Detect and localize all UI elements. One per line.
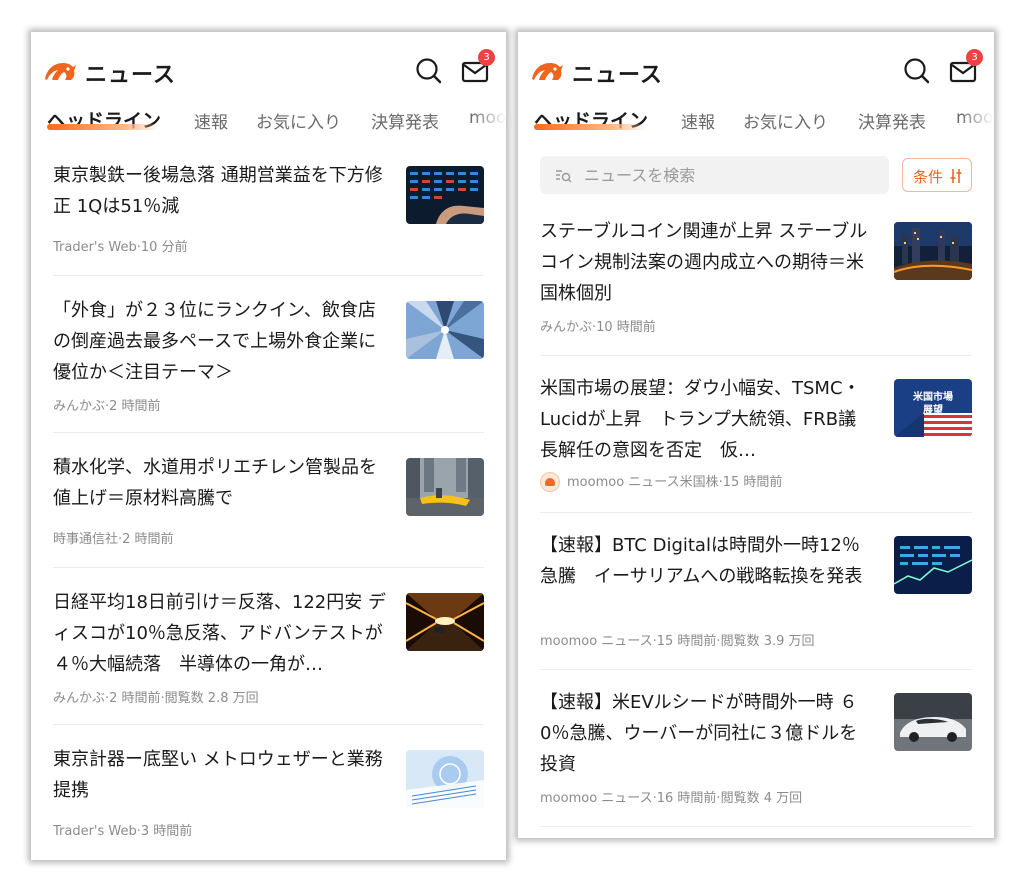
news-item[interactable]: 積水化学、水道用ポリエチレン管製品を値上げ＝原材料高騰で 時事通信社·2 時間前 [53, 452, 484, 568]
news-meta: moomoo ニュース·15 時間前·閲覧数 3.9 万回 [540, 634, 815, 649]
page-title: ニュース [85, 63, 176, 88]
news-thumbnail: 米国市場 展望 [894, 379, 972, 437]
news-thumbnail [406, 458, 484, 516]
tab-favorites[interactable]: お気に入り [256, 108, 341, 133]
news-item[interactable]: 日経平均18日前引け＝反落、122円安 ディスコが10％急反落、アドバンテストが… [53, 587, 484, 725]
news-thumbnail [894, 222, 972, 280]
tab-breaking[interactable]: 速報 [681, 108, 715, 133]
news-meta: みんかぶ·2 時間前·閲覧数 2.8 万回 [53, 691, 259, 706]
unread-badge: 3 [966, 49, 983, 66]
app-header: ニュース 3 [518, 32, 994, 110]
news-title: 東京計器ー底堅い メトロウェザーと業務提携 [53, 749, 383, 801]
news-title: 【速報】米EVルシードが時間外一時 ６0％急騰、ウーバーが同社に３億ドルを投資 [540, 692, 858, 775]
news-search-input[interactable] [584, 156, 874, 194]
active-tab-indicator [47, 124, 159, 130]
filter-button[interactable]: 条件 [902, 158, 972, 192]
search-icon[interactable] [902, 56, 932, 86]
tab-earnings[interactable]: 決算発表 [371, 108, 439, 133]
unread-badge: 3 [478, 49, 495, 66]
news-meta: moomoo ニュース·16 時間前·閲覧数 4 万回 [540, 791, 803, 806]
news-title: ステーブルコイン関連が上昇 ステーブルコイン規制法案の週内成立への期待＝米国株個… [540, 221, 868, 304]
news-item[interactable]: 米国市場の展望：ダウ小幅安、TSMC・Lucidが上昇 トランプ大統領、FRB議… [540, 373, 972, 513]
news-item[interactable]: 【速報】BTC Digitalは時間外一時12％急騰 イーサリアムへの戦略転換を… [540, 530, 972, 670]
search-icon[interactable] [414, 56, 444, 86]
news-meta: moomoo ニュース米国株·15 時間前 [540, 471, 782, 493]
news-meta: Trader's Web·3 時間前 [53, 824, 193, 839]
news-thumbnail [894, 536, 972, 594]
news-item[interactable]: 「外食」が２３位にランクイン、飲食店の倒産過去最多ペースで上場外食企業に優位か＜… [53, 295, 484, 433]
tab-breaking[interactable]: 速報 [194, 108, 228, 133]
news-item[interactable]: ステーブルコイン関連が上昇 ステーブルコイン規制法案の週内成立への期待＝米国株個… [540, 216, 972, 356]
app-header: ニュース 3 [31, 32, 506, 110]
news-thumbnail [406, 301, 484, 359]
inbox-button[interactable]: 3 [460, 49, 495, 87]
news-screen-left: ニュース 3 ヘッドライン 速報 お気に入り 決算発表 moo 東京製鉄ー後場急… [31, 32, 506, 860]
thumbnail-caption: 米国市場 展望 [913, 392, 953, 416]
news-title: 東京製鉄ー後場急落 通期営業益を下方修正 1Qは51％減 [53, 165, 383, 217]
news-thumbnail [894, 693, 972, 751]
news-thumbnail [406, 750, 484, 808]
news-screen-right: ニュース 3 ヘッドライン 速報 お気に入り 決算発表 moo [518, 32, 994, 838]
active-tab-indicator [534, 124, 646, 130]
tabs-fade [960, 108, 994, 138]
news-title: 積水化学、水道用ポリエチレン管製品を値上げ＝原材料高騰で [53, 457, 377, 509]
tabs-fade [472, 108, 506, 138]
news-title: 日経平均18日前引け＝反落、122円安 ディスコが10％急反落、アドバンテストが… [53, 592, 386, 675]
news-meta: 時事通信社·2 時間前 [53, 532, 174, 547]
news-meta-text: moomoo ニュース米国株·15 時間前 [567, 475, 783, 490]
moomoo-avatar-icon [540, 471, 560, 492]
news-thumbnail [406, 593, 484, 651]
news-item[interactable]: 【速報】米EVルシードが時間外一時 ６0％急騰、ウーバーが同社に３億ドルを投資 … [540, 687, 972, 827]
news-search-box[interactable] [540, 156, 889, 194]
news-title: 【速報】BTC Digitalは時間外一時12％急騰 イーサリアムへの戦略転換を… [540, 535, 863, 587]
news-meta: みんかぶ·10 時間前 [540, 320, 656, 335]
search-list-icon [556, 170, 572, 183]
news-title: 「外食」が２３位にランクイン、飲食店の倒産過去最多ペースで上場外食企業に優位か＜… [53, 300, 377, 383]
news-item[interactable]: 東京製鉄ー後場急落 通期営業益を下方修正 1Qは51％減 Trader's We… [53, 160, 484, 276]
page-title: ニュース [572, 63, 663, 88]
news-search-row: 条件 [540, 156, 972, 194]
news-meta: みんかぶ·2 時間前 [53, 399, 161, 414]
tab-earnings[interactable]: 決算発表 [858, 108, 926, 133]
filter-label: 条件 [913, 168, 944, 186]
moomoo-logo-icon [532, 63, 563, 80]
news-item[interactable]: 東京計器ー底堅い メトロウェザーと業務提携 Trader's Web·3 時間前 [53, 744, 484, 860]
filter-sliders-icon [950, 169, 962, 183]
moomoo-logo-icon [45, 63, 76, 80]
news-meta: Trader's Web·10 分前 [53, 240, 188, 255]
news-title: 米国市場の展望：ダウ小幅安、TSMC・Lucidが上昇 トランプ大統領、FRB議… [540, 378, 861, 461]
inbox-button[interactable]: 3 [948, 49, 983, 87]
news-thumbnail [406, 166, 484, 224]
tab-favorites[interactable]: お気に入り [743, 108, 828, 133]
